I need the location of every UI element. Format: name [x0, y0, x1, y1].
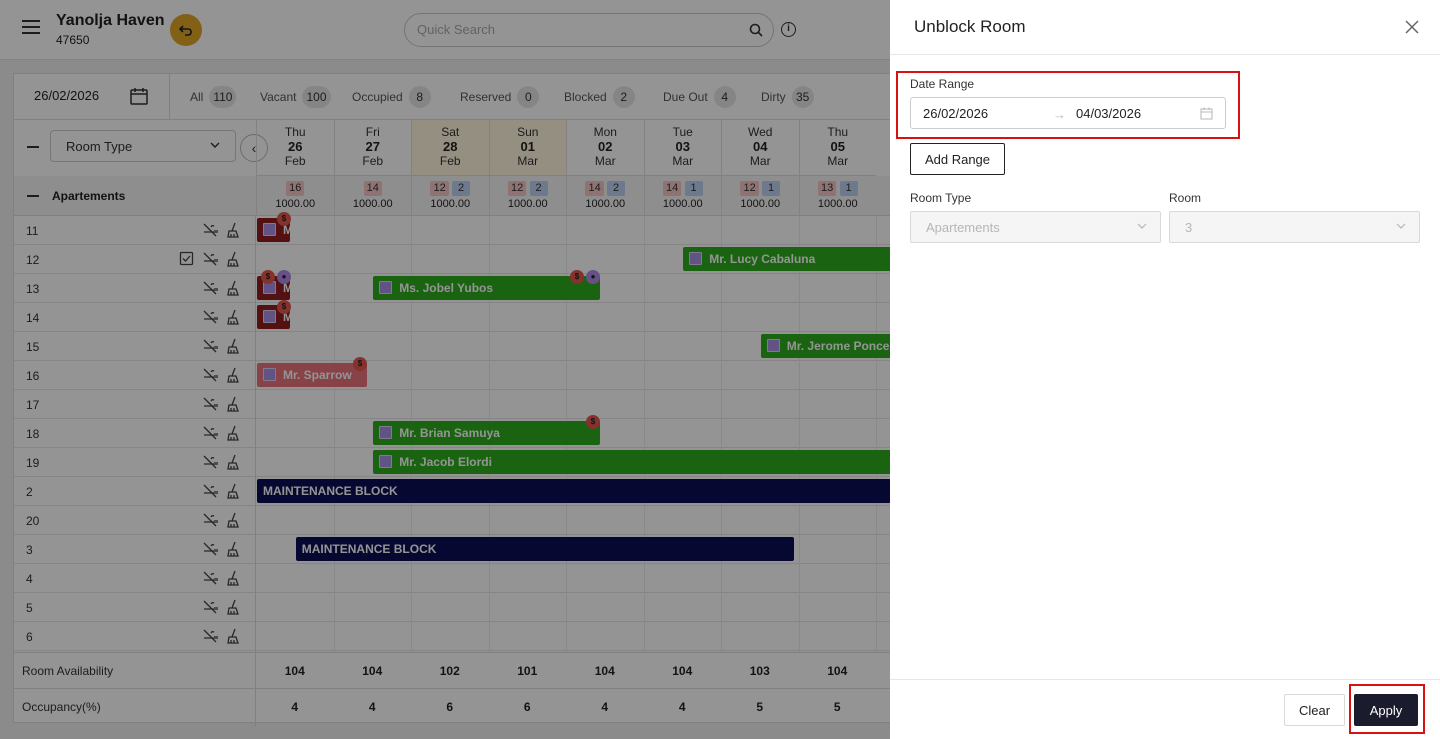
end-date-input[interactable]: 04/03/2026	[1076, 106, 1141, 121]
apply-button[interactable]: Apply	[1354, 694, 1418, 726]
chevron-down-icon	[1137, 223, 1147, 229]
room-value: 3	[1185, 220, 1193, 235]
room-type-value: Apartements	[926, 220, 1000, 235]
chevron-down-icon	[1396, 223, 1406, 229]
clear-button[interactable]: Clear	[1284, 694, 1345, 726]
modal-overlay[interactable]	[0, 0, 890, 739]
start-date-input[interactable]: 26/02/2026	[923, 106, 988, 121]
date-range-label: Date Range	[910, 77, 975, 91]
calendar-icon[interactable]	[1200, 107, 1213, 120]
date-range-picker[interactable]: 26/02/2026 → 04/03/2026	[910, 97, 1226, 129]
divider	[890, 54, 1440, 55]
divider	[890, 679, 1440, 680]
close-icon[interactable]	[1403, 18, 1421, 36]
room-type-dropdown[interactable]: Apartements	[910, 211, 1161, 243]
unblock-room-drawer: Unblock Room Date Range 26/02/2026 → 04/…	[890, 0, 1440, 739]
range-arrow-icon: →	[1053, 107, 1066, 122]
room-label: Room	[1169, 191, 1202, 205]
drawer-title: Unblock Room	[914, 17, 1026, 36]
add-range-button[interactable]: Add Range	[910, 143, 1005, 175]
room-dropdown[interactable]: 3	[1169, 211, 1420, 243]
room-type-label: Room Type	[910, 191, 972, 205]
